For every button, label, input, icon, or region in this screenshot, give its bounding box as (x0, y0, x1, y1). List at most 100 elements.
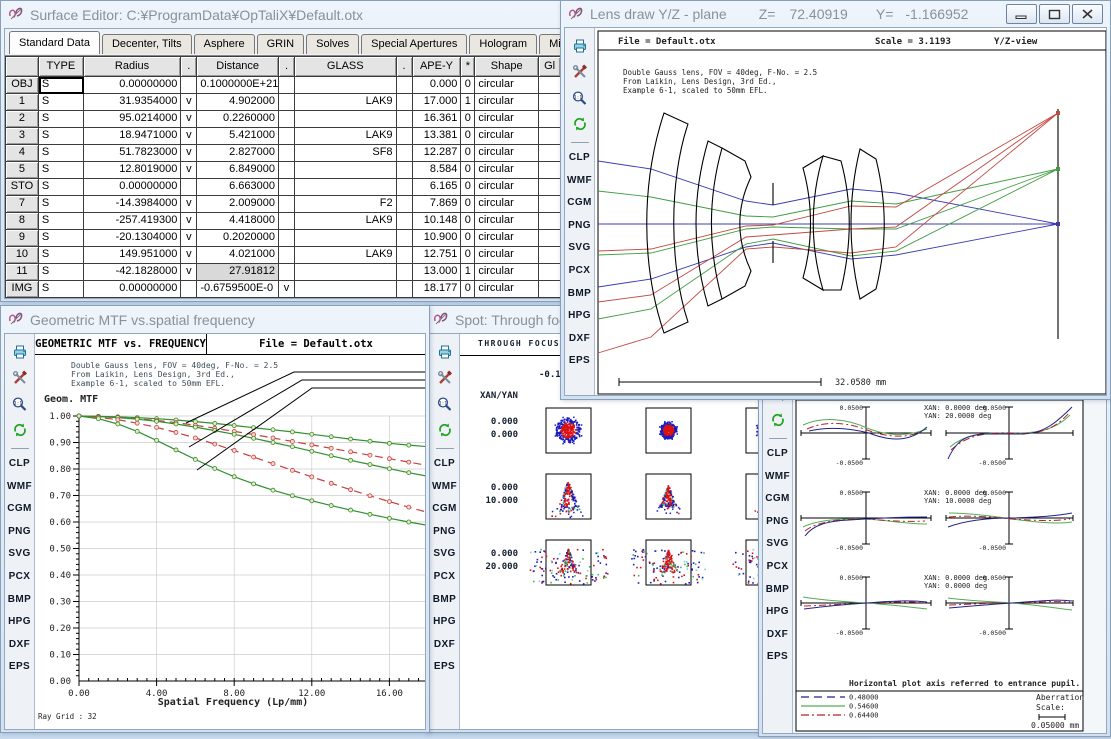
cell[interactable] (181, 281, 197, 298)
export-bmp-button[interactable]: BMP (568, 283, 591, 306)
zoom-1-1-icon[interactable]: 1:1 (9, 391, 31, 417)
tab-hologram[interactable]: Hologram (469, 34, 537, 54)
cell[interactable]: 0 (461, 162, 475, 179)
export-png-button[interactable]: PNG (766, 511, 789, 534)
export-hpg-button[interactable]: HPG (8, 611, 31, 634)
cell[interactable] (279, 94, 295, 111)
cell[interactable] (279, 128, 295, 145)
row-header-button[interactable]: 2 (6, 111, 39, 128)
export-png-button[interactable]: PNG (8, 521, 31, 544)
cell[interactable]: circular (475, 128, 539, 145)
cell[interactable]: 18.177 (413, 281, 462, 298)
export-png-button[interactable]: PNG (568, 215, 591, 238)
export-dxf-button[interactable]: DXF (434, 634, 455, 657)
export-png-button[interactable]: PNG (433, 521, 456, 544)
tools-icon[interactable] (434, 365, 456, 391)
cell[interactable]: circular (475, 230, 539, 247)
cell[interactable]: v (181, 230, 197, 247)
cell[interactable] (295, 111, 397, 128)
export-cgm-button[interactable]: CGM (7, 498, 32, 521)
cell[interactable] (397, 94, 413, 111)
cell[interactable]: 12.751 (413, 247, 462, 264)
cell[interactable]: v (181, 213, 197, 230)
cell[interactable]: -14.3984000 (84, 196, 182, 213)
export-hpg-button[interactable]: HPG (568, 305, 591, 328)
export-pcx-button[interactable]: PCX (767, 556, 789, 579)
cell[interactable]: S (39, 162, 84, 179)
export-cgm-button[interactable]: CGM (765, 488, 790, 511)
cell[interactable]: circular (475, 264, 539, 281)
cell[interactable]: v (181, 162, 197, 179)
cell[interactable] (279, 196, 295, 213)
cell[interactable]: 0.00000000 (84, 77, 182, 94)
cell[interactable]: S (39, 145, 84, 162)
export-clp-button[interactable]: CLP (569, 147, 590, 170)
tab-asphere[interactable]: Asphere (194, 34, 255, 54)
cell[interactable]: 27.91812 (197, 264, 279, 281)
cell[interactable] (279, 111, 295, 128)
refresh-icon[interactable] (434, 417, 456, 443)
cell[interactable]: circular (475, 213, 539, 230)
cell[interactable]: v (279, 281, 295, 298)
export-bmp-button[interactable]: BMP (766, 579, 789, 602)
lens-titlebar[interactable]: Lens draw Y/Z - plane Z= 72.40919 Y= -1.… (564, 1, 1107, 27)
export-wmf-button[interactable]: WMF (567, 170, 592, 193)
cell[interactable]: 0 (461, 128, 475, 145)
cell[interactable]: LAK9 (295, 247, 397, 264)
cell[interactable] (279, 162, 295, 179)
mtf-titlebar[interactable]: Geometric MTF vs.spatial frequency (4, 306, 426, 333)
export-clp-button[interactable]: CLP (767, 443, 788, 466)
export-hpg-button[interactable]: HPG (433, 611, 456, 634)
close-button[interactable] (1072, 4, 1103, 24)
cell[interactable]: 5.421000 (197, 128, 279, 145)
cell[interactable]: S (39, 281, 84, 298)
cell[interactable]: 16.361 (413, 111, 462, 128)
tab-grin[interactable]: GRIN (257, 34, 305, 54)
refresh-icon[interactable] (9, 417, 31, 443)
cell[interactable] (279, 264, 295, 281)
export-hpg-button[interactable]: HPG (766, 601, 789, 624)
cell[interactable]: 0.2020000 (197, 230, 279, 247)
row-header-button[interactable]: 3 (6, 128, 39, 145)
export-bmp-button[interactable]: BMP (8, 589, 31, 612)
cell[interactable]: 31.9354000 (84, 94, 182, 111)
cell[interactable] (279, 77, 295, 94)
tools-icon[interactable] (9, 365, 31, 391)
export-svg-button[interactable]: SVG (766, 533, 788, 556)
printer-icon[interactable] (9, 339, 31, 365)
zoom-1-1-icon[interactable]: 1:1 (569, 85, 591, 111)
cell[interactable]: S (39, 213, 84, 230)
export-eps-button[interactable]: EPS (569, 350, 590, 373)
cell[interactable] (397, 128, 413, 145)
cell[interactable] (295, 264, 397, 281)
cell[interactable]: LAK9 (295, 128, 397, 145)
cell[interactable]: S (39, 128, 84, 145)
cell[interactable] (295, 179, 397, 196)
cell[interactable] (279, 145, 295, 162)
cell[interactable]: 0.00000000 (84, 281, 182, 298)
cell[interactable]: S (39, 179, 84, 196)
tab-special-apertures[interactable]: Special Apertures (361, 34, 467, 54)
row-header-button[interactable]: STO (6, 179, 39, 196)
cell[interactable]: -257.419300 (84, 213, 182, 230)
export-pcx-button[interactable]: PCX (434, 566, 456, 589)
cell[interactable] (279, 213, 295, 230)
cell[interactable] (397, 77, 413, 94)
cell[interactable] (397, 145, 413, 162)
cell[interactable]: 0.1000000E+21 (197, 77, 279, 94)
cell[interactable] (397, 281, 413, 298)
cell[interactable]: v (181, 145, 197, 162)
export-dxf-button[interactable]: DXF (9, 634, 30, 657)
cell[interactable] (397, 247, 413, 264)
cell[interactable]: circular (475, 179, 539, 196)
tab-standard-data[interactable]: Standard Data (9, 31, 100, 54)
cell[interactable]: v (181, 128, 197, 145)
cell[interactable] (397, 264, 413, 281)
cell[interactable]: 0 (461, 111, 475, 128)
cell[interactable]: -42.1828000 (84, 264, 182, 281)
cell[interactable]: circular (475, 162, 539, 179)
cell[interactable]: 13.000 (413, 264, 462, 281)
export-clp-button[interactable]: CLP (434, 453, 455, 476)
cell[interactable]: SF8 (295, 145, 397, 162)
export-cgm-button[interactable]: CGM (432, 498, 457, 521)
